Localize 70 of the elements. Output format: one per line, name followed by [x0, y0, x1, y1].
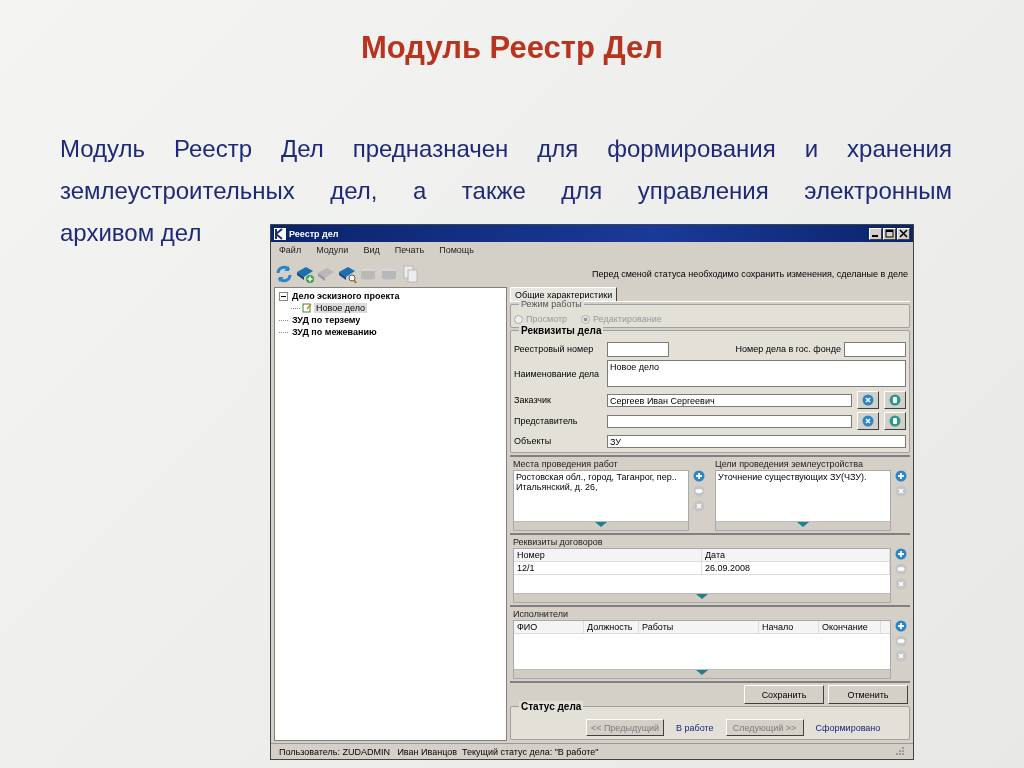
section-label: Исполнители: [513, 609, 569, 620]
table-cell: 26.09.2008: [702, 562, 890, 574]
menu-item[interactable]: Файл: [279, 245, 302, 257]
plus-icon[interactable]: [895, 620, 907, 632]
status-link[interactable]: Сформировано: [815, 722, 881, 733]
field-label: Реестровый номер: [514, 344, 595, 354]
column-header[interactable]: Начало: [759, 621, 819, 633]
group-label: Реквизиты дела: [519, 325, 604, 336]
open-button[interactable]: [884, 412, 906, 430]
dialog-button[interactable]: Сохранить: [744, 685, 824, 704]
plus-icon[interactable]: [895, 548, 907, 560]
column-header[interactable]: Работы: [639, 621, 759, 633]
table-cell: 12/1: [514, 562, 702, 574]
tree-item[interactable]: Дело эскизного проекта: [290, 291, 402, 301]
group-label: Режим работы: [519, 299, 584, 309]
menu-item[interactable]: Вид: [363, 245, 380, 257]
scroll-down-icon[interactable]: [797, 522, 809, 527]
resize-grip-icon[interactable]: [896, 747, 905, 756]
column-header[interactable]: Дата: [702, 549, 890, 561]
scroll-down-icon[interactable]: [696, 594, 708, 599]
open-button[interactable]: [884, 391, 906, 409]
slide-title: Модуль Реестр Дел: [361, 29, 663, 67]
document-icon: [302, 303, 312, 313]
input-field[interactable]: Сергеев Иван Сергеевич: [607, 393, 852, 407]
maximize-icon[interactable]: [883, 227, 896, 240]
menu-item[interactable]: Помощь: [439, 245, 474, 257]
input-field[interactable]: [607, 414, 852, 428]
clear-button[interactable]: [857, 412, 879, 430]
field-label: Объекты: [514, 436, 553, 446]
column-header[interactable]: Окончание: [819, 621, 881, 633]
minimize-icon[interactable]: [869, 227, 882, 240]
column-header[interactable]: Должность: [584, 621, 639, 633]
plus-icon[interactable]: [895, 470, 907, 482]
app-logo-icon: [274, 227, 286, 240]
group-label: Статус дела: [519, 701, 584, 712]
dialog-button[interactable]: Отменить: [828, 685, 908, 704]
tree-item[interactable]: ЗУД по терзему: [290, 315, 363, 325]
notice-text: Перед сменой статуса необходимо сохранить изменения, сделаные в деле: [592, 268, 909, 279]
text-area[interactable]: Новое дело: [607, 360, 906, 387]
scroll-down-icon[interactable]: [696, 670, 708, 675]
radio-label: Редактирование: [593, 314, 662, 324]
window-title: Реестр дел: [289, 228, 339, 239]
status-text: Пользователь: ZUDADMIN Иван Иванцов Текущий статус дела: "В работе": [279, 746, 599, 757]
list-item[interactable]: Уточнение существующих ЗУ(ЧЗУ).: [716, 471, 890, 483]
field-label: Наименование дела: [514, 369, 601, 379]
section-label: Цели проведения землеустройства: [715, 459, 864, 470]
close-icon[interactable]: [897, 227, 910, 240]
column-header[interactable]: Номер: [514, 549, 702, 561]
list-item[interactable]: Ростовская обл., город, Таганрог, пер.. Итальянский, д. 26,: [514, 471, 688, 493]
plus-icon[interactable]: [693, 470, 705, 482]
field-label: Заказчик: [514, 395, 552, 405]
section-label: Места проведения работ: [513, 459, 619, 470]
menu-item[interactable]: Модули: [316, 245, 349, 257]
input-field[interactable]: [844, 341, 906, 357]
collapse-icon[interactable]: [279, 291, 288, 301]
scroll-down-icon[interactable]: [595, 522, 607, 527]
status-link[interactable]: В работе: [676, 722, 714, 733]
tree-item[interactable]: ЗУД по межеванию: [290, 327, 379, 337]
column-header[interactable]: ФИО: [514, 621, 584, 633]
clear-button[interactable]: [857, 391, 879, 409]
input-field[interactable]: ЗУ: [607, 434, 906, 448]
tab[interactable]: Общие характеристики: [510, 287, 618, 301]
tree-item[interactable]: Новое дело: [314, 303, 367, 313]
section-label: Реквизиты договоров: [513, 537, 604, 548]
field-label: Номер дела в гос. фонде: [735, 344, 841, 354]
radio-label: Просмотр: [526, 314, 568, 324]
menu-item[interactable]: Печать: [394, 245, 425, 257]
slide-paragraph-end: архивом дел: [60, 218, 203, 248]
input-field[interactable]: [607, 341, 669, 357]
field-label: Представитель: [514, 416, 579, 426]
